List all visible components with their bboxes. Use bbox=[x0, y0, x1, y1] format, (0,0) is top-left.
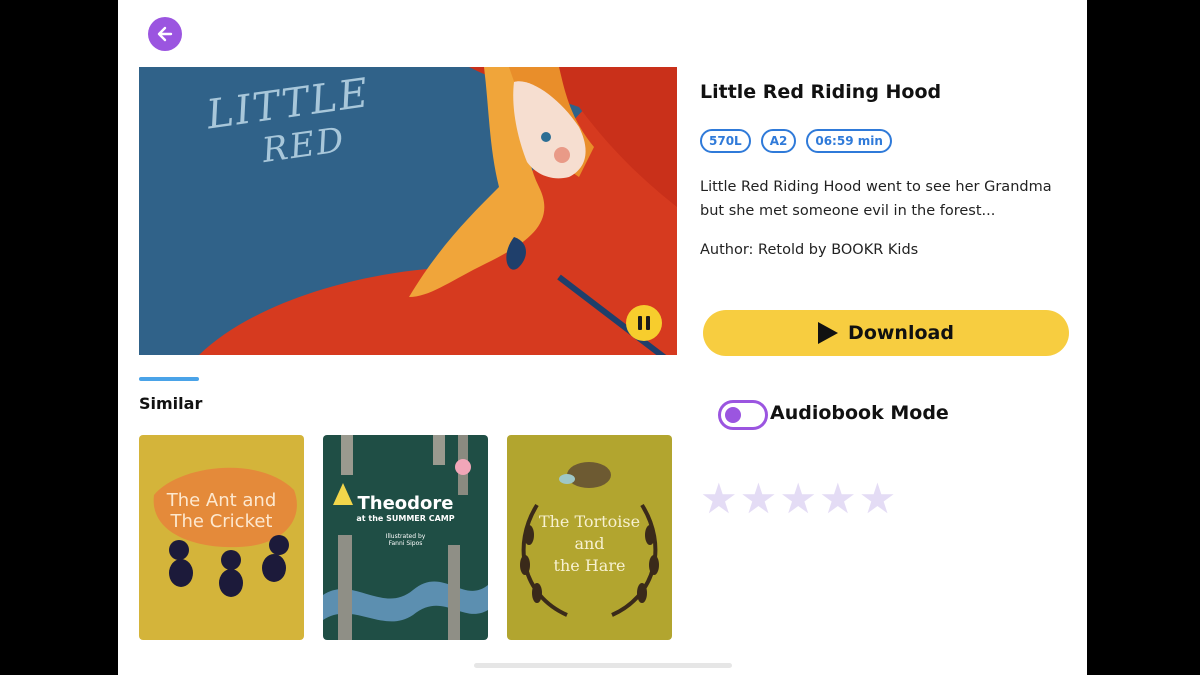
download-label: Download bbox=[848, 322, 954, 344]
pause-button[interactable] bbox=[626, 305, 662, 341]
rating-stars[interactable]: ★ ★ ★ ★ ★ bbox=[700, 476, 896, 522]
level-badge: A2 bbox=[760, 129, 797, 153]
toggle-knob bbox=[725, 407, 741, 423]
similar-heading: Similar bbox=[139, 394, 203, 413]
app-screen: LITTLE RED Similar The Ant and The Crick… bbox=[118, 0, 1087, 675]
star-icon[interactable]: ★ bbox=[779, 476, 817, 522]
book-badges: 570L A2 06:59 min bbox=[700, 129, 892, 153]
star-icon[interactable]: ★ bbox=[700, 476, 738, 522]
book-author: Author: Retold by BOOKR Kids bbox=[700, 242, 919, 258]
home-indicator[interactable] bbox=[474, 663, 732, 668]
duration-badge: 06:59 min bbox=[806, 129, 892, 153]
audiobook-label: Audiobook Mode bbox=[770, 402, 949, 424]
similar-book-ant-cricket[interactable]: The Ant and The Cricket bbox=[139, 435, 304, 640]
arrow-left-icon bbox=[157, 26, 173, 42]
back-button[interactable] bbox=[148, 17, 182, 51]
book-title: The Ant and The Cricket bbox=[166, 490, 277, 532]
star-icon[interactable]: ★ bbox=[740, 476, 778, 522]
book-description: Little Red Riding Hood went to see her G… bbox=[700, 179, 1052, 219]
lexile-badge: 570L bbox=[700, 129, 751, 153]
download-button[interactable]: Download bbox=[703, 310, 1069, 356]
book-title-heading: Little Red Riding Hood bbox=[700, 81, 942, 103]
book-title: Theodore at the SUMMER CAMP Illustrated … bbox=[356, 493, 455, 547]
play-icon bbox=[818, 322, 839, 344]
similar-book-theodore[interactable]: Theodore at the SUMMER CAMP Illustrated … bbox=[323, 435, 488, 640]
star-icon[interactable]: ★ bbox=[859, 476, 897, 522]
section-indicator bbox=[139, 377, 199, 381]
star-icon[interactable]: ★ bbox=[819, 476, 857, 522]
similar-book-tortoise-hare[interactable]: The Tortoise and the Hare bbox=[507, 435, 672, 640]
book-cover-image bbox=[139, 435, 304, 640]
book-preview-video[interactable]: LITTLE RED bbox=[139, 67, 677, 355]
book-title: The Tortoise and the Hare bbox=[538, 512, 641, 575]
pause-icon bbox=[636, 316, 652, 330]
audiobook-toggle[interactable] bbox=[718, 400, 768, 430]
